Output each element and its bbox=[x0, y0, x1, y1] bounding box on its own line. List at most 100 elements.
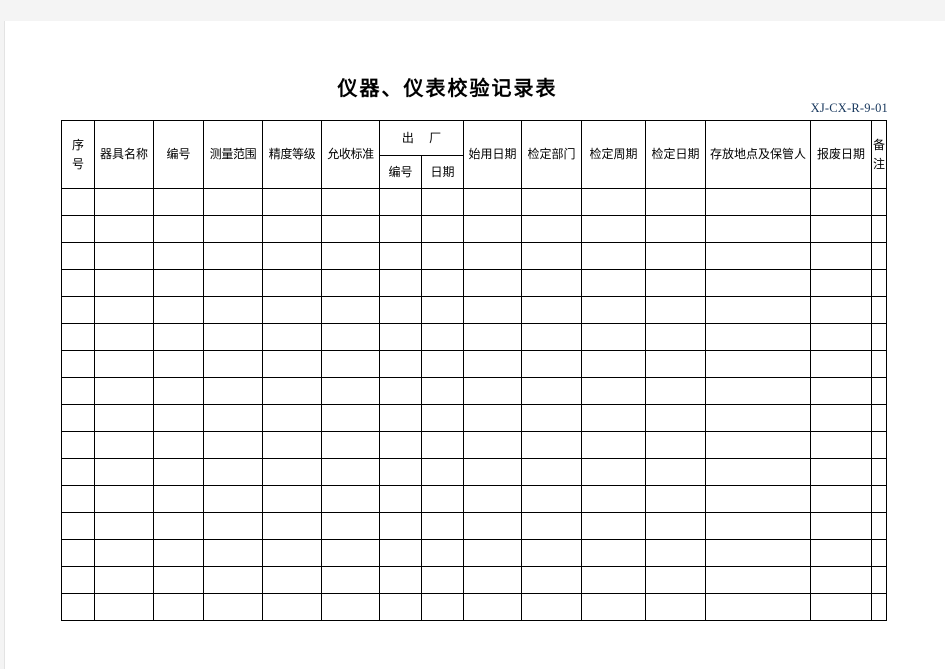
table-cell[interactable] bbox=[521, 512, 582, 540]
table-cell[interactable] bbox=[871, 512, 887, 540]
table-cell[interactable] bbox=[379, 242, 422, 270]
table-cell[interactable] bbox=[705, 485, 811, 513]
table-cell[interactable] bbox=[321, 242, 380, 270]
table-cell[interactable] bbox=[871, 566, 887, 594]
table-cell[interactable] bbox=[810, 593, 872, 621]
table-cell[interactable] bbox=[705, 269, 811, 297]
table-cell[interactable] bbox=[94, 458, 154, 486]
table-cell[interactable] bbox=[463, 215, 522, 243]
table-cell[interactable] bbox=[61, 539, 95, 567]
table-cell[interactable] bbox=[421, 350, 464, 378]
table-cell[interactable] bbox=[581, 512, 646, 540]
table-cell[interactable] bbox=[705, 539, 811, 567]
table-cell[interactable] bbox=[153, 458, 204, 486]
table-cell[interactable] bbox=[94, 431, 154, 459]
table-cell[interactable] bbox=[463, 458, 522, 486]
table-cell[interactable] bbox=[581, 539, 646, 567]
table-cell[interactable] bbox=[705, 593, 811, 621]
table-cell[interactable] bbox=[645, 593, 706, 621]
table-cell[interactable] bbox=[645, 539, 706, 567]
table-cell[interactable] bbox=[321, 323, 380, 351]
table-cell[interactable] bbox=[61, 593, 95, 621]
table-cell[interactable] bbox=[153, 323, 204, 351]
table-cell[interactable] bbox=[521, 188, 582, 216]
table-cell[interactable] bbox=[463, 188, 522, 216]
table-cell[interactable] bbox=[521, 242, 582, 270]
table-cell[interactable] bbox=[421, 593, 464, 621]
table-cell[interactable] bbox=[645, 188, 706, 216]
table-cell[interactable] bbox=[203, 431, 263, 459]
table-cell[interactable] bbox=[421, 539, 464, 567]
table-cell[interactable] bbox=[379, 269, 422, 297]
table-cell[interactable] bbox=[871, 188, 887, 216]
table-cell[interactable] bbox=[61, 323, 95, 351]
table-cell[interactable] bbox=[94, 350, 154, 378]
table-cell[interactable] bbox=[153, 296, 204, 324]
table-cell[interactable] bbox=[581, 593, 646, 621]
table-cell[interactable] bbox=[94, 242, 154, 270]
table-cell[interactable] bbox=[153, 350, 204, 378]
table-cell[interactable] bbox=[153, 215, 204, 243]
table-cell[interactable] bbox=[262, 593, 322, 621]
table-cell[interactable] bbox=[61, 377, 95, 405]
table-cell[interactable] bbox=[61, 485, 95, 513]
table-cell[interactable] bbox=[262, 431, 322, 459]
table-cell[interactable] bbox=[810, 431, 872, 459]
table-cell[interactable] bbox=[94, 323, 154, 351]
table-cell[interactable] bbox=[61, 431, 95, 459]
table-cell[interactable] bbox=[262, 242, 322, 270]
table-cell[interactable] bbox=[321, 431, 380, 459]
table-cell[interactable] bbox=[871, 242, 887, 270]
table-cell[interactable] bbox=[262, 539, 322, 567]
table-cell[interactable] bbox=[581, 350, 646, 378]
table-cell[interactable] bbox=[61, 566, 95, 594]
table-cell[interactable] bbox=[94, 377, 154, 405]
table-cell[interactable] bbox=[379, 566, 422, 594]
table-cell[interactable] bbox=[421, 485, 464, 513]
table-cell[interactable] bbox=[203, 323, 263, 351]
table-cell[interactable] bbox=[521, 296, 582, 324]
table-cell[interactable] bbox=[94, 404, 154, 432]
table-cell[interactable] bbox=[645, 242, 706, 270]
table-cell[interactable] bbox=[705, 431, 811, 459]
table-cell[interactable] bbox=[705, 404, 811, 432]
table-cell[interactable] bbox=[463, 350, 522, 378]
table-cell[interactable] bbox=[203, 242, 263, 270]
table-cell[interactable] bbox=[262, 566, 322, 594]
table-cell[interactable] bbox=[705, 323, 811, 351]
table-cell[interactable] bbox=[262, 512, 322, 540]
table-cell[interactable] bbox=[421, 242, 464, 270]
table-cell[interactable] bbox=[94, 593, 154, 621]
table-cell[interactable] bbox=[379, 215, 422, 243]
table-cell[interactable] bbox=[379, 593, 422, 621]
table-cell[interactable] bbox=[321, 188, 380, 216]
table-cell[interactable] bbox=[705, 566, 811, 594]
table-cell[interactable] bbox=[321, 485, 380, 513]
table-cell[interactable] bbox=[321, 215, 380, 243]
table-cell[interactable] bbox=[153, 269, 204, 297]
table-cell[interactable] bbox=[705, 188, 811, 216]
table-cell[interactable] bbox=[379, 512, 422, 540]
table-cell[interactable] bbox=[61, 188, 95, 216]
table-cell[interactable] bbox=[645, 269, 706, 297]
table-cell[interactable] bbox=[581, 458, 646, 486]
table-cell[interactable] bbox=[810, 296, 872, 324]
table-cell[interactable] bbox=[521, 485, 582, 513]
table-cell[interactable] bbox=[645, 215, 706, 243]
table-cell[interactable] bbox=[153, 566, 204, 594]
table-cell[interactable] bbox=[262, 458, 322, 486]
table-cell[interactable] bbox=[421, 404, 464, 432]
table-cell[interactable] bbox=[581, 323, 646, 351]
table-cell[interactable] bbox=[421, 296, 464, 324]
table-cell[interactable] bbox=[203, 458, 263, 486]
table-cell[interactable] bbox=[521, 431, 582, 459]
table-cell[interactable] bbox=[645, 323, 706, 351]
table-cell[interactable] bbox=[321, 404, 380, 432]
table-cell[interactable] bbox=[203, 512, 263, 540]
table-cell[interactable] bbox=[521, 377, 582, 405]
table-cell[interactable] bbox=[871, 323, 887, 351]
table-cell[interactable] bbox=[871, 215, 887, 243]
table-cell[interactable] bbox=[262, 350, 322, 378]
table-cell[interactable] bbox=[463, 593, 522, 621]
table-cell[interactable] bbox=[871, 593, 887, 621]
